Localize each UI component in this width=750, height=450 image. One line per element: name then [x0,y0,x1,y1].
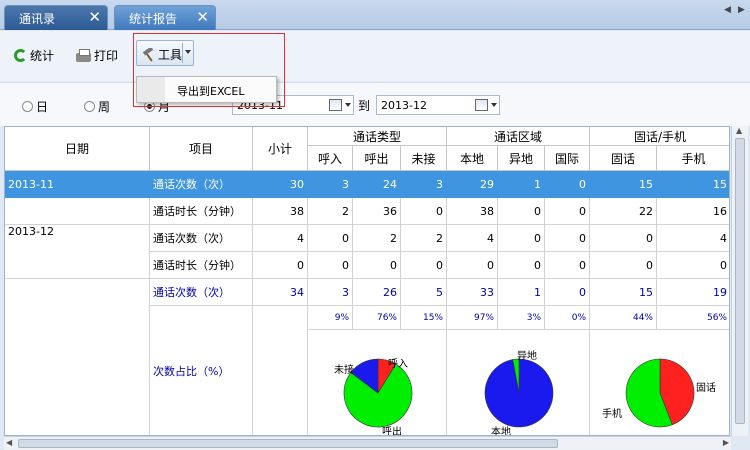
pie-label: 手机 [602,407,622,420]
pie-label: 固话 [696,382,716,394]
date-filter-bar: 日 周 月 2013-11 2013-12 [0,82,750,126]
print-button[interactable]: 打印 [76,45,118,65]
tab-stats-report[interactable]: 统计报告 ✕ [114,5,216,30]
close-icon[interactable]: ✕ [196,8,209,26]
tab-scroll-right-icon[interactable]: ▶ [738,5,745,15]
pie-label: 异地 [517,349,537,362]
to-label: 到 [358,99,371,113]
radio-week[interactable]: 周 [84,98,110,115]
stats-label: 统计 [30,48,55,63]
pie-label: 呼出 [382,425,402,436]
stats-table[interactable]: 日期 项目 小计 通话类型 通话区域 固话/手机 呼入 呼出 未接 本地 异地 国际 固话手… [4,126,730,436]
tools-button[interactable]: 工具 [136,40,194,66]
printer-icon [76,48,91,62]
calendar-icon[interactable] [475,99,488,111]
vertical-scrollbar[interactable]: ▲ [731,126,748,436]
radio-day-label: 日 [36,100,49,114]
close-icon[interactable]: ✕ [88,8,101,26]
chevron-down-icon[interactable] [491,103,497,107]
pie-label: 呼入 [388,358,408,370]
pie-label: 本地 [491,425,511,436]
calendar-icon[interactable] [329,99,342,111]
to-date-field[interactable]: 2013-12 [376,95,500,115]
tab-bar: 通讯录 ✕ 统计报告 ✕ ◀ ▶ [0,0,750,30]
horizontal-scrollbar[interactable]: ◀ ▶ [4,436,731,450]
export-excel-menu-item[interactable]: 导出到EXCEL [177,83,244,99]
tab-contacts-label: 通讯录 [19,11,56,26]
tab-scroll-left-icon[interactable]: ◀ [724,5,731,15]
pie-label: 未接 [334,363,354,376]
tab-contacts[interactable]: 通讯录 ✕ [4,5,108,30]
chevron-down-icon[interactable] [185,50,191,54]
pie-charts: 未接 呼入呼出 异地本地 固话手机 [334,349,716,436]
to-date-value: 2013-12 [381,99,427,112]
tools-label: 工具 [158,48,183,62]
refresh-icon [14,48,27,62]
tab-stats-label: 统计报告 [129,11,178,26]
stats-button[interactable]: 统计 [14,45,54,65]
chevron-down-icon[interactable] [345,103,351,107]
hammer-icon [142,47,154,62]
print-label: 打印 [94,48,119,63]
radio-week-label: 周 [98,100,111,114]
tools-dropdown-menu: 导出到EXCEL [136,76,277,103]
toolbar: 统计 打印 [0,31,750,81]
radio-day[interactable]: 日 [22,98,48,115]
